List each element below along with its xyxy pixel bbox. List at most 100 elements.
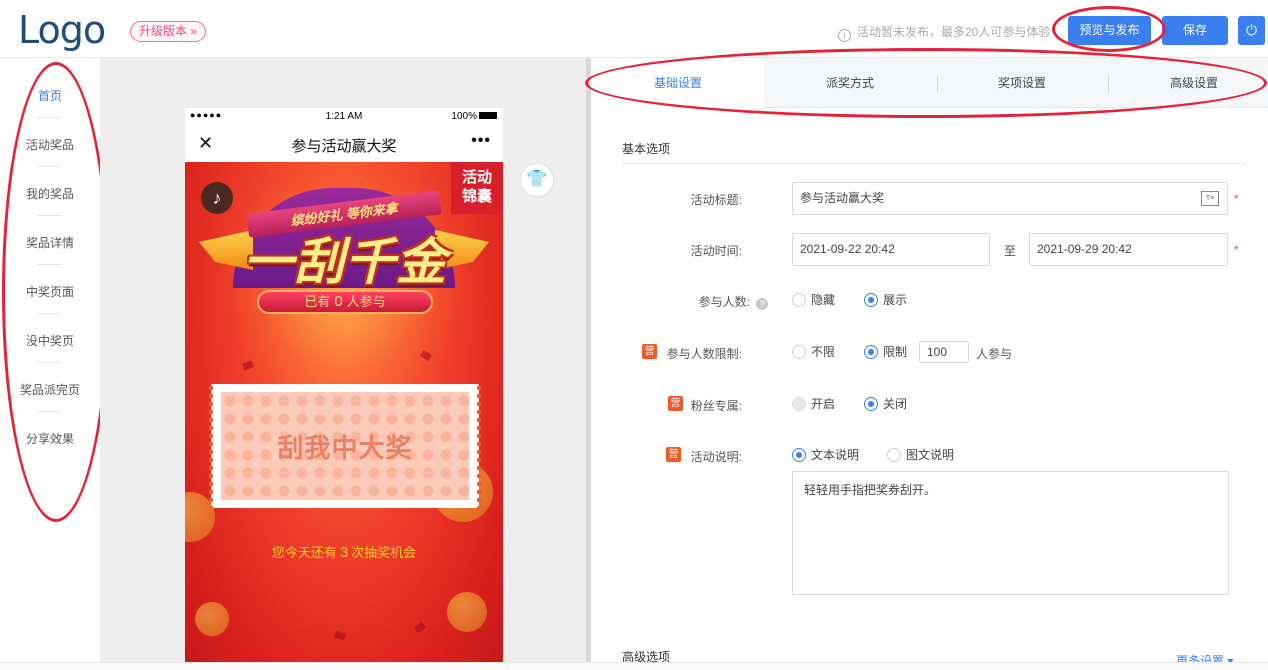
tag-line: 活动 xyxy=(461,169,492,186)
description-textarea[interactable]: 轻轻用手指把奖券刮开。 xyxy=(792,471,1229,595)
radio-label: 不限 xyxy=(811,345,836,359)
required-mark: * xyxy=(1234,243,1239,257)
description-label: 活动说明: xyxy=(690,450,742,464)
text-style-icon[interactable]: T≡ xyxy=(1201,191,1219,206)
sidebar-divider xyxy=(37,117,61,118)
participants-show-radio[interactable]: 展示 xyxy=(864,293,907,307)
section-divider xyxy=(622,163,1246,164)
save-button[interactable]: 保存 xyxy=(1162,16,1228,45)
participants-label: 参与人数:? xyxy=(640,293,768,310)
required-mark: * xyxy=(1234,192,1239,206)
sidebar-item-home[interactable]: 首页 xyxy=(0,87,100,104)
radio-label: 展示 xyxy=(883,293,908,307)
limit-unit: 人参与 xyxy=(976,347,1013,361)
settings-tabs: 基础设置 派奖方式 奖项设置 高级设置 xyxy=(592,58,1268,109)
radio-label: 图文说明 xyxy=(906,448,955,462)
radio-icon xyxy=(864,397,878,411)
basic-options-title: 基本选项 xyxy=(622,142,671,156)
participants-count-badge: 已有 0 人参与 xyxy=(257,290,433,314)
sidebar-divider xyxy=(37,313,61,314)
chances-count: 3 xyxy=(339,544,349,561)
activity-time-label: 活动时间: xyxy=(690,244,742,258)
notice-text: 活动暂未发布，最多20人可参与体验 xyxy=(857,25,1051,39)
start-time-input[interactable]: 2021-09-22 20:42 xyxy=(792,233,990,266)
fans-off-radio[interactable]: 关闭 xyxy=(864,397,907,411)
tag-line: 锦囊 xyxy=(461,188,492,205)
phone-nav-bar: ✕ 参与活动赢大奖 ••• xyxy=(185,126,503,162)
sidebar-item-my-prizes[interactable]: 我的奖品 xyxy=(0,185,100,202)
tab-basic-settings[interactable]: 基础设置 xyxy=(592,58,764,109)
logo: Logo xyxy=(18,8,106,52)
battery-icon xyxy=(479,112,497,119)
sidebar-divider xyxy=(37,264,61,265)
info-icon: i xyxy=(838,29,851,42)
joined-prefix: 已有 xyxy=(304,294,331,309)
radio-label: 文本说明 xyxy=(811,448,860,462)
phone-preview: ●●●●● 1:21 AM 100% ✕ 参与活动赢大奖 ••• 缤纷好礼 等你… xyxy=(185,108,503,668)
limit-count-input[interactable]: 100 xyxy=(919,341,969,363)
tab-prize-delivery[interactable]: 派奖方式 xyxy=(764,58,936,108)
participant-limit-label: 参与人数限制: xyxy=(666,347,742,361)
radio-icon xyxy=(887,448,901,462)
sidebar-item-prize-detail[interactable]: 奖品详情 xyxy=(0,234,100,251)
radio-icon xyxy=(792,293,806,307)
desc-text-radio[interactable]: 文本说明 xyxy=(792,448,859,462)
phone-status-bar: ●●●●● 1:21 AM 100% xyxy=(185,108,503,126)
radio-label: 隐藏 xyxy=(811,293,836,307)
chances-suffix: 次抽奖机会 xyxy=(351,545,417,560)
fans-on-radio[interactable]: 开启 xyxy=(792,397,835,411)
scratch-area[interactable]: 刮我中大奖 xyxy=(221,392,469,500)
radio-icon xyxy=(792,345,806,359)
decor-coin xyxy=(447,592,487,632)
publish-notice: i 活动暂未发布，最多20人可参与体验 xyxy=(838,23,1050,42)
sidebar-item-share[interactable]: 分享效果 xyxy=(0,430,100,447)
sidebar-item-win-page[interactable]: 中奖页面 xyxy=(0,283,100,300)
decor-coin xyxy=(195,602,229,636)
end-time-input[interactable]: 2021-09-29 20:42 xyxy=(1029,233,1228,266)
tab-advanced-settings[interactable]: 高级设置 xyxy=(1108,58,1268,108)
power-icon[interactable]: ⏻ xyxy=(1238,16,1265,45)
activity-title-input[interactable]: 参与活动赢大奖 T≡ xyxy=(792,182,1228,215)
activity-tips-tag[interactable]: 活动 锦囊 xyxy=(451,162,503,214)
sidebar-divider xyxy=(37,215,61,216)
participants-hide-radio[interactable]: 隐藏 xyxy=(792,293,835,307)
help-icon[interactable]: ? xyxy=(756,298,768,310)
sidebar-item-lose-page[interactable]: 没中奖页 xyxy=(0,332,100,349)
radio-icon xyxy=(864,345,878,359)
sidebar-item-prizes[interactable]: 活动奖品 xyxy=(0,136,100,153)
sidebar-divider xyxy=(37,166,61,167)
chances-prefix: 您今天还有 xyxy=(271,545,337,560)
preview-publish-button[interactable]: 预览与发布 xyxy=(1068,16,1151,45)
marketing-badge: 营 xyxy=(668,396,683,411)
marketing-badge: 营 xyxy=(642,344,657,359)
desc-rich-radio[interactable]: 图文说明 xyxy=(887,448,954,462)
radio-icon xyxy=(792,397,806,411)
radio-label: 限制 xyxy=(883,345,908,359)
radio-icon xyxy=(792,448,806,462)
scratch-card-banner: 缤纷好礼 等你来拿 一刮千金 已有 0 人参与 活动 锦囊 ♪ 刮我中大奖 您今天还有… xyxy=(185,162,503,668)
joined-count: 0 xyxy=(334,293,343,310)
music-icon[interactable]: ♪ xyxy=(201,182,233,214)
radio-icon xyxy=(864,293,878,307)
joined-suffix: 人参与 xyxy=(346,294,386,309)
limit-limited-radio[interactable]: 限制 xyxy=(864,345,907,359)
limit-unlimited-radio[interactable]: 不限 xyxy=(792,345,835,359)
sidebar-divider xyxy=(37,362,61,363)
canvas-scrollbar[interactable] xyxy=(586,58,591,670)
upgrade-version-button[interactable]: 升级版本 » xyxy=(130,21,207,42)
radio-label: 开启 xyxy=(811,397,836,411)
sidebar: 首页 活动奖品 我的奖品 奖品详情 中奖页面 没中奖页 奖品派完页 分享效果 xyxy=(0,58,100,670)
sidebar-divider xyxy=(37,411,61,412)
participants-label-text: 参与人数: xyxy=(698,295,750,309)
tab-prize-settings[interactable]: 奖项设置 xyxy=(937,58,1107,108)
activity-title-label: 活动标题: xyxy=(690,193,742,207)
remaining-chances: 您今天还有 3 次抽奖机会 xyxy=(185,542,503,561)
radio-label: 关闭 xyxy=(883,397,908,411)
sidebar-item-sold-out-page[interactable]: 奖品派完页 xyxy=(0,381,100,398)
battery-percent: 100% xyxy=(451,111,477,122)
more-icon[interactable]: ••• xyxy=(471,132,491,150)
decor-confetti xyxy=(413,621,427,634)
theme-shirt-icon[interactable]: 👕 xyxy=(521,164,553,196)
marketing-badge: 营 xyxy=(666,447,681,462)
scratch-ticket: 刮我中大奖 xyxy=(208,384,482,508)
